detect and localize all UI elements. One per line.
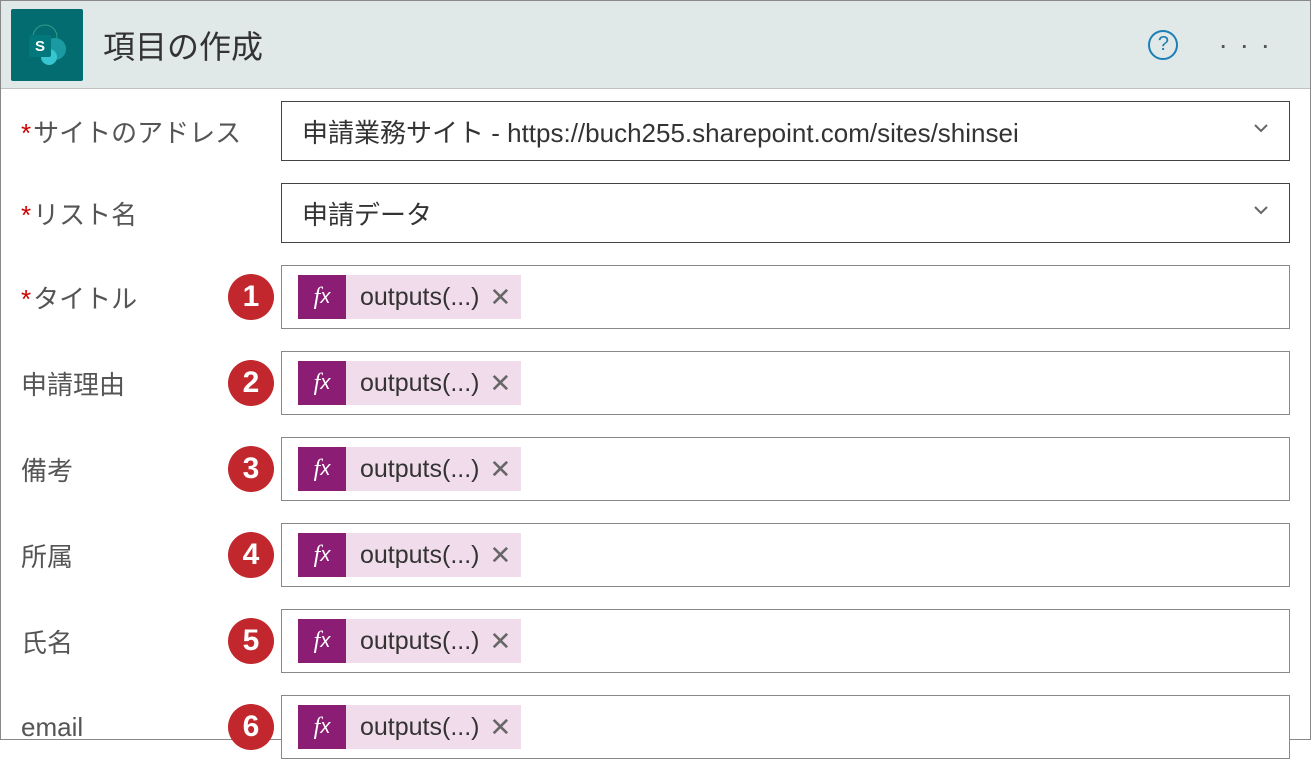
name-field[interactable]: fx outputs(...) ✕ <box>281 609 1290 673</box>
fx-icon: fx <box>298 533 346 577</box>
token-text: outputs(...) <box>360 283 480 312</box>
label-email: email <box>21 712 221 743</box>
row-reason: 申請理由 2 fx outputs(...) ✕ <box>21 351 1290 415</box>
label-name: 氏名 <box>21 623 221 660</box>
fx-icon: fx <box>298 619 346 663</box>
label-dept: 所属 <box>21 537 221 574</box>
row-site-address: サイトのアドレス 申請業務サイト - https://buch255.share… <box>21 101 1290 161</box>
remove-token-icon[interactable]: ✕ <box>490 540 512 571</box>
remove-token-icon[interactable]: ✕ <box>490 454 512 485</box>
expression-token: outputs(...) ✕ <box>346 705 521 749</box>
remove-token-icon[interactable]: ✕ <box>490 626 512 657</box>
row-remarks: 備考 3 fx outputs(...) ✕ <box>21 437 1290 501</box>
help-icon[interactable]: ? <box>1148 30 1178 60</box>
remove-token-icon[interactable]: ✕ <box>490 712 512 743</box>
token-text: outputs(...) <box>360 455 480 484</box>
label-reason: 申請理由 <box>21 365 221 402</box>
email-field[interactable]: fx outputs(...) ✕ <box>281 695 1290 759</box>
label-site-address: サイトのアドレス <box>21 113 281 150</box>
expression-token: outputs(...) ✕ <box>346 447 521 491</box>
token-text: outputs(...) <box>360 627 480 656</box>
expression-token: outputs(...) ✕ <box>346 275 521 319</box>
row-title: タイトル 1 fx outputs(...) ✕ <box>21 265 1290 329</box>
site-address-select[interactable]: 申請業務サイト - https://buch255.sharepoint.com… <box>281 101 1290 161</box>
action-header: S 項目の作成 ? · · · <box>1 1 1310 89</box>
annotation-marker-3: 3 <box>228 446 274 492</box>
svg-text:S: S <box>35 38 45 55</box>
annotation-marker-2: 2 <box>228 360 274 406</box>
annotation-marker-1: 1 <box>228 274 274 320</box>
row-name: 氏名 5 fx outputs(...) ✕ <box>21 609 1290 673</box>
row-email: email 6 fx outputs(...) ✕ <box>21 695 1290 759</box>
expression-token: outputs(...) ✕ <box>346 619 521 663</box>
remarks-field[interactable]: fx outputs(...) ✕ <box>281 437 1290 501</box>
chevron-down-icon <box>1241 198 1281 229</box>
row-dept: 所属 4 fx outputs(...) ✕ <box>21 523 1290 587</box>
dept-field[interactable]: fx outputs(...) ✕ <box>281 523 1290 587</box>
title-field[interactable]: fx outputs(...) ✕ <box>281 265 1290 329</box>
action-title: 項目の作成 <box>103 22 1148 68</box>
remove-token-icon[interactable]: ✕ <box>490 368 512 399</box>
annotation-marker-5: 5 <box>228 618 274 664</box>
site-address-value: 申請業務サイト - https://buch255.sharepoint.com… <box>302 113 1241 150</box>
fx-icon: fx <box>298 705 346 749</box>
row-list-name: リスト名 申請データ <box>21 183 1290 243</box>
expression-token: outputs(...) ✕ <box>346 533 521 577</box>
token-text: outputs(...) <box>360 713 480 742</box>
list-name-select[interactable]: 申請データ <box>281 183 1290 243</box>
annotation-marker-6: 6 <box>228 704 274 750</box>
sharepoint-logo-svg: S <box>23 21 71 69</box>
token-text: outputs(...) <box>360 369 480 398</box>
list-name-value: 申請データ <box>302 195 1241 232</box>
sharepoint-icon: S <box>11 9 83 81</box>
remove-token-icon[interactable]: ✕ <box>490 282 512 313</box>
fx-icon: fx <box>298 447 346 491</box>
expression-token: outputs(...) ✕ <box>346 361 521 405</box>
label-list-name: リスト名 <box>21 195 281 232</box>
more-icon[interactable]: · · · <box>1218 29 1272 61</box>
chevron-down-icon <box>1241 116 1281 147</box>
label-title: タイトル <box>21 279 221 316</box>
label-remarks: 備考 <box>21 451 221 488</box>
fx-icon: fx <box>298 275 346 319</box>
annotation-marker-4: 4 <box>228 532 274 578</box>
token-text: outputs(...) <box>360 541 480 570</box>
fx-icon: fx <box>298 361 346 405</box>
action-body: サイトのアドレス 申請業務サイト - https://buch255.share… <box>1 89 1310 759</box>
reason-field[interactable]: fx outputs(...) ✕ <box>281 351 1290 415</box>
